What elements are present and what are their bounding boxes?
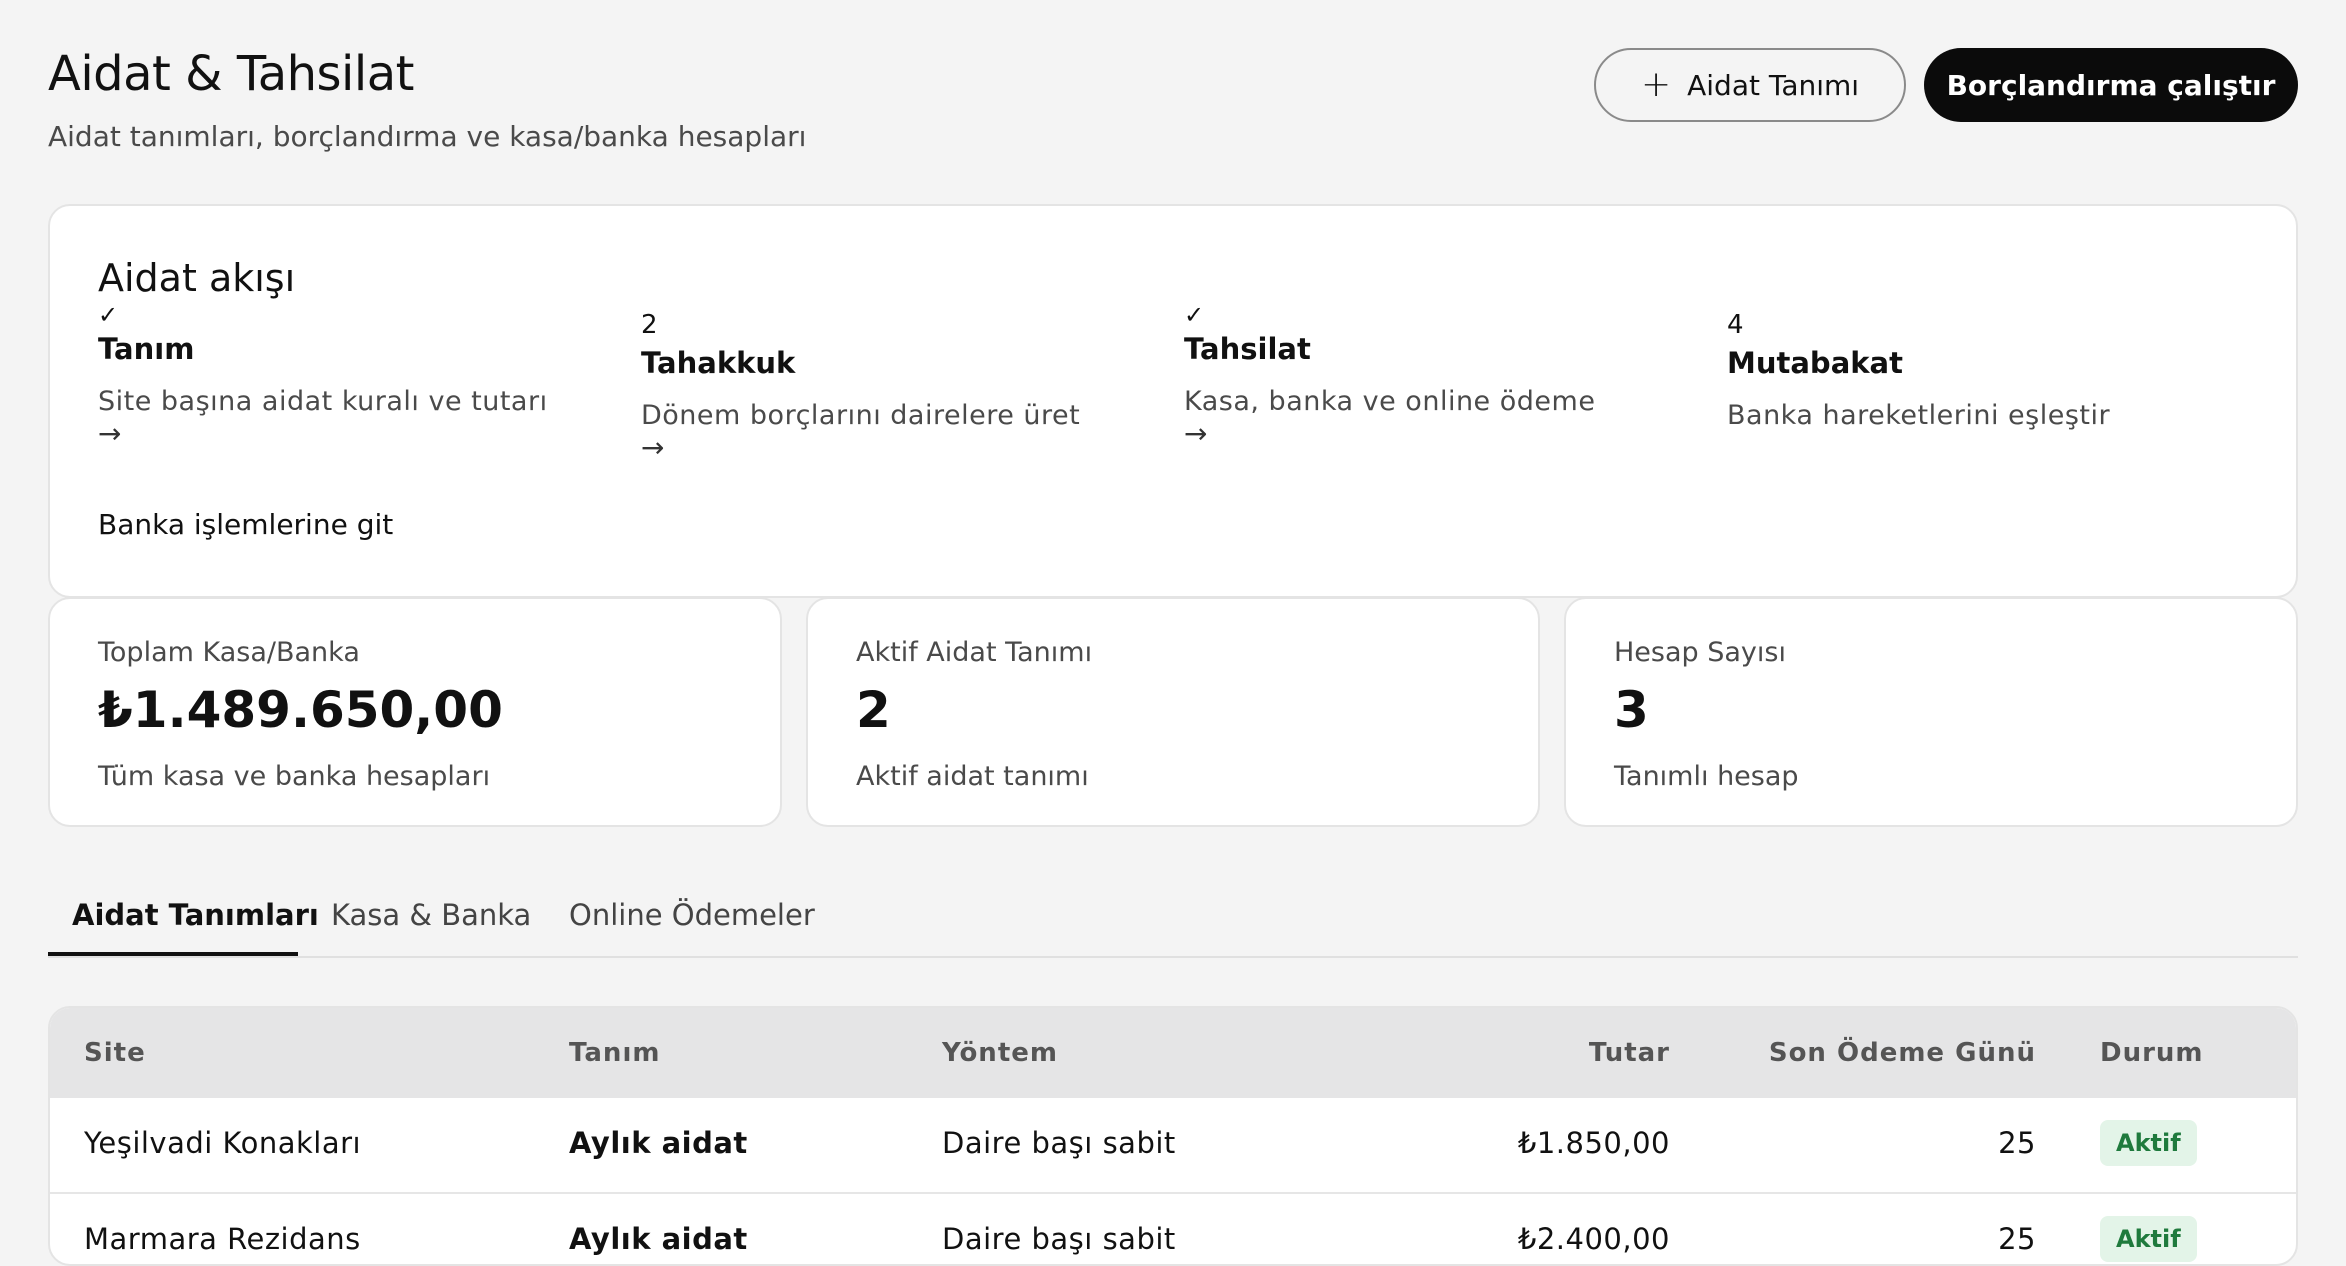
flow-title: Aidat akışı [98,256,296,300]
check-icon: ✓ [98,301,119,329]
column-header-due-day[interactable]: Son Ödeme Günü [1750,1038,2036,1068]
stat-desc: Tüm kasa ve banka hesapları [98,761,491,792]
table-row[interactable]: Yeşilvadi Konakları Aylık aidat Daire ba… [50,1098,2296,1194]
column-header-status[interactable]: Durum [2100,1038,2204,1068]
add-dues-definition-label: Aidat Tanımı [1687,68,1860,102]
add-dues-definition-button[interactable]: + Aidat Tanımı [1594,48,1906,122]
stat-label: Hesap Sayısı [1614,637,1786,668]
page-subtitle: Aidat tanımları, borçlandırma ve kasa/ba… [48,120,807,153]
flow-step-name: Tanım [98,332,195,366]
arrow-right-icon: → [641,431,665,464]
stat-value: 3 [1614,681,1649,739]
stat-card-total-cash-bank: Toplam Kasa/Banka ₺1.489.650,00 Tüm kasa… [48,597,782,827]
arrow-right-icon: → [98,417,122,450]
tab-cash-bank[interactable]: Kasa & Banka [331,898,531,932]
stat-label: Toplam Kasa/Banka [98,637,360,668]
active-tab-indicator [48,952,298,956]
check-icon: ✓ [1184,301,1205,329]
flow-step-desc: Dönem borçlarını dairelere üret [641,400,1081,431]
dues-flow-card: Aidat akışı ✓ Tanım Site başına aidat ku… [48,204,2298,598]
table-row[interactable]: Marmara Rezidans Aylık aidat Daire başı … [50,1194,2296,1264]
run-charging-button[interactable]: Borçlandırma çalıştır [1924,48,2298,122]
column-header-definition[interactable]: Tanım [569,1038,660,1068]
stat-card-active-dues: Aktif Aidat Tanımı 2 Aktif aidat tanımı [806,597,1540,827]
step-number: 4 [1727,310,1744,340]
step-number: 2 [641,310,658,340]
tab-bar: Aidat Tanımları Kasa & Banka Online Ödem… [48,880,2298,958]
column-header-method[interactable]: Yöntem [942,1038,1058,1068]
status-badge: Aktif [2100,1120,2197,1166]
stat-value: ₺1.489.650,00 [98,681,503,739]
plus-icon: + [1640,64,1672,105]
cell-site: Marmara Rezidans [84,1222,361,1256]
stat-desc: Aktif aidat tanımı [856,761,1089,792]
cell-amount: ₺1.850,00 [1517,1126,1670,1160]
page-title: Aidat & Tahsilat [48,46,414,102]
flow-step-desc: Banka hareketlerini eşleştir [1727,400,2111,431]
cell-site: Yeşilvadi Konakları [84,1126,362,1160]
stat-label: Aktif Aidat Tanımı [856,637,1093,668]
stat-value: 2 [856,681,891,739]
status-badge: Aktif [2100,1216,2197,1262]
page: Aidat & Tahsilat Aidat tanımları, borçla… [0,0,2346,1266]
stat-card-account-count: Hesap Sayısı 3 Tanımlı hesap [1564,597,2298,827]
cell-definition: Aylık aidat [569,1126,748,1160]
flow-step-name: Tahakkuk [641,346,796,380]
cell-due-day: 25 [1998,1222,2036,1256]
stat-desc: Tanımlı hesap [1614,761,1799,792]
arrow-right-icon: → [1184,417,1208,450]
page-header: Aidat & Tahsilat Aidat tanımları, borçla… [48,40,2298,170]
flow-step-name: Tahsilat [1184,332,1311,366]
cell-definition: Aylık aidat [569,1222,748,1256]
cell-amount: ₺2.400,00 [1517,1222,1670,1256]
bank-operations-link[interactable]: Banka işlemlerine git [98,508,393,541]
flow-step-name: Mutabakat [1727,346,1903,380]
cell-due-day: 25 [1998,1126,2036,1160]
flow-step-desc: Kasa, banka ve online ödeme [1184,386,1596,417]
flow-step-reconciliation[interactable]: 4 Mutabakat Banka hareketlerini eşleştir [1727,310,2247,431]
tab-dues-definitions[interactable]: Aidat Tanımları [72,898,319,932]
column-header-amount[interactable]: Tutar [1400,1038,1670,1068]
flow-step-desc: Site başına aidat kuralı ve tutarı [98,386,548,417]
flow-step-accrual[interactable]: 2 Tahakkuk Dönem borçlarını dairelere ür… [641,310,1161,465]
column-header-site[interactable]: Site [84,1038,146,1068]
tab-online-payments[interactable]: Online Ödemeler [569,898,815,932]
flow-step-collection[interactable]: ✓ Tahsilat Kasa, banka ve online ödeme → [1184,302,1704,451]
cell-method: Daire başı sabit [942,1126,1176,1160]
flow-step-definition[interactable]: ✓ Tanım Site başına aidat kuralı ve tuta… [98,302,618,451]
dues-table: Site Tanım Yöntem Tutar Son Ödeme Günü D… [48,1006,2298,1266]
cell-method: Daire başı sabit [942,1222,1176,1256]
table-header: Site Tanım Yöntem Tutar Son Ödeme Günü D… [50,1008,2296,1098]
